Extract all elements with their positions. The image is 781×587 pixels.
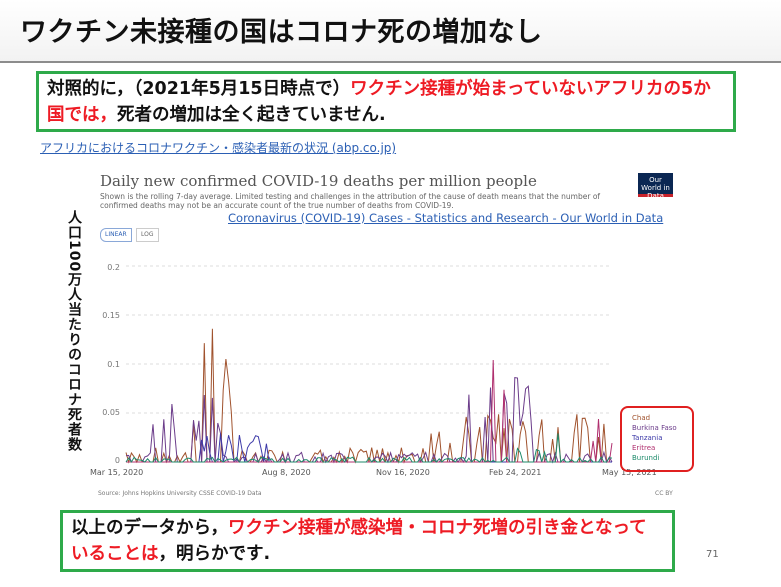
y-tick-label: 0.15 — [102, 311, 120, 320]
chart-source: Source: Johns Hopkins University CSSE CO… — [98, 490, 262, 497]
x-tick-label: Feb 24, 2021 — [489, 468, 542, 477]
y-tick-label: 0.2 — [107, 263, 120, 272]
legend-item-burundi[interactable]: Burundi — [632, 454, 659, 462]
x-tick-label: Mar 15, 2020 — [90, 468, 144, 477]
conclusion-text-1: 以上のデータから， — [71, 518, 228, 538]
legend-item-eritrea[interactable]: Eritrea — [632, 444, 655, 452]
legend-item-burkina-faso[interactable]: Burkina Faso — [632, 424, 677, 432]
chart-license: CC BY — [655, 490, 673, 497]
series-line-burkina-faso — [125, 377, 613, 464]
conclusion-callout: 以上のデータから，ワクチン接種が感染増・コロナ死増の引き金となっていることは，明… — [60, 510, 675, 572]
y-tick-label: 0.1 — [107, 360, 120, 369]
chart-plot — [125, 265, 613, 464]
x-tick-label: Aug 8, 2020 — [262, 468, 311, 477]
y-tick-label: 0.05 — [102, 408, 120, 417]
conclusion-text-2: ，明らかです. — [158, 544, 271, 564]
page-number: 71 — [706, 549, 719, 560]
y-tick-label: 0 — [114, 456, 120, 465]
series-line-chad — [125, 328, 612, 464]
x-tick-label: Nov 16, 2020 — [376, 468, 430, 477]
legend-item-chad[interactable]: Chad — [632, 414, 650, 422]
series-line-eritrea — [126, 359, 613, 463]
legend-item-tanzania[interactable]: Tanzania — [632, 434, 662, 442]
